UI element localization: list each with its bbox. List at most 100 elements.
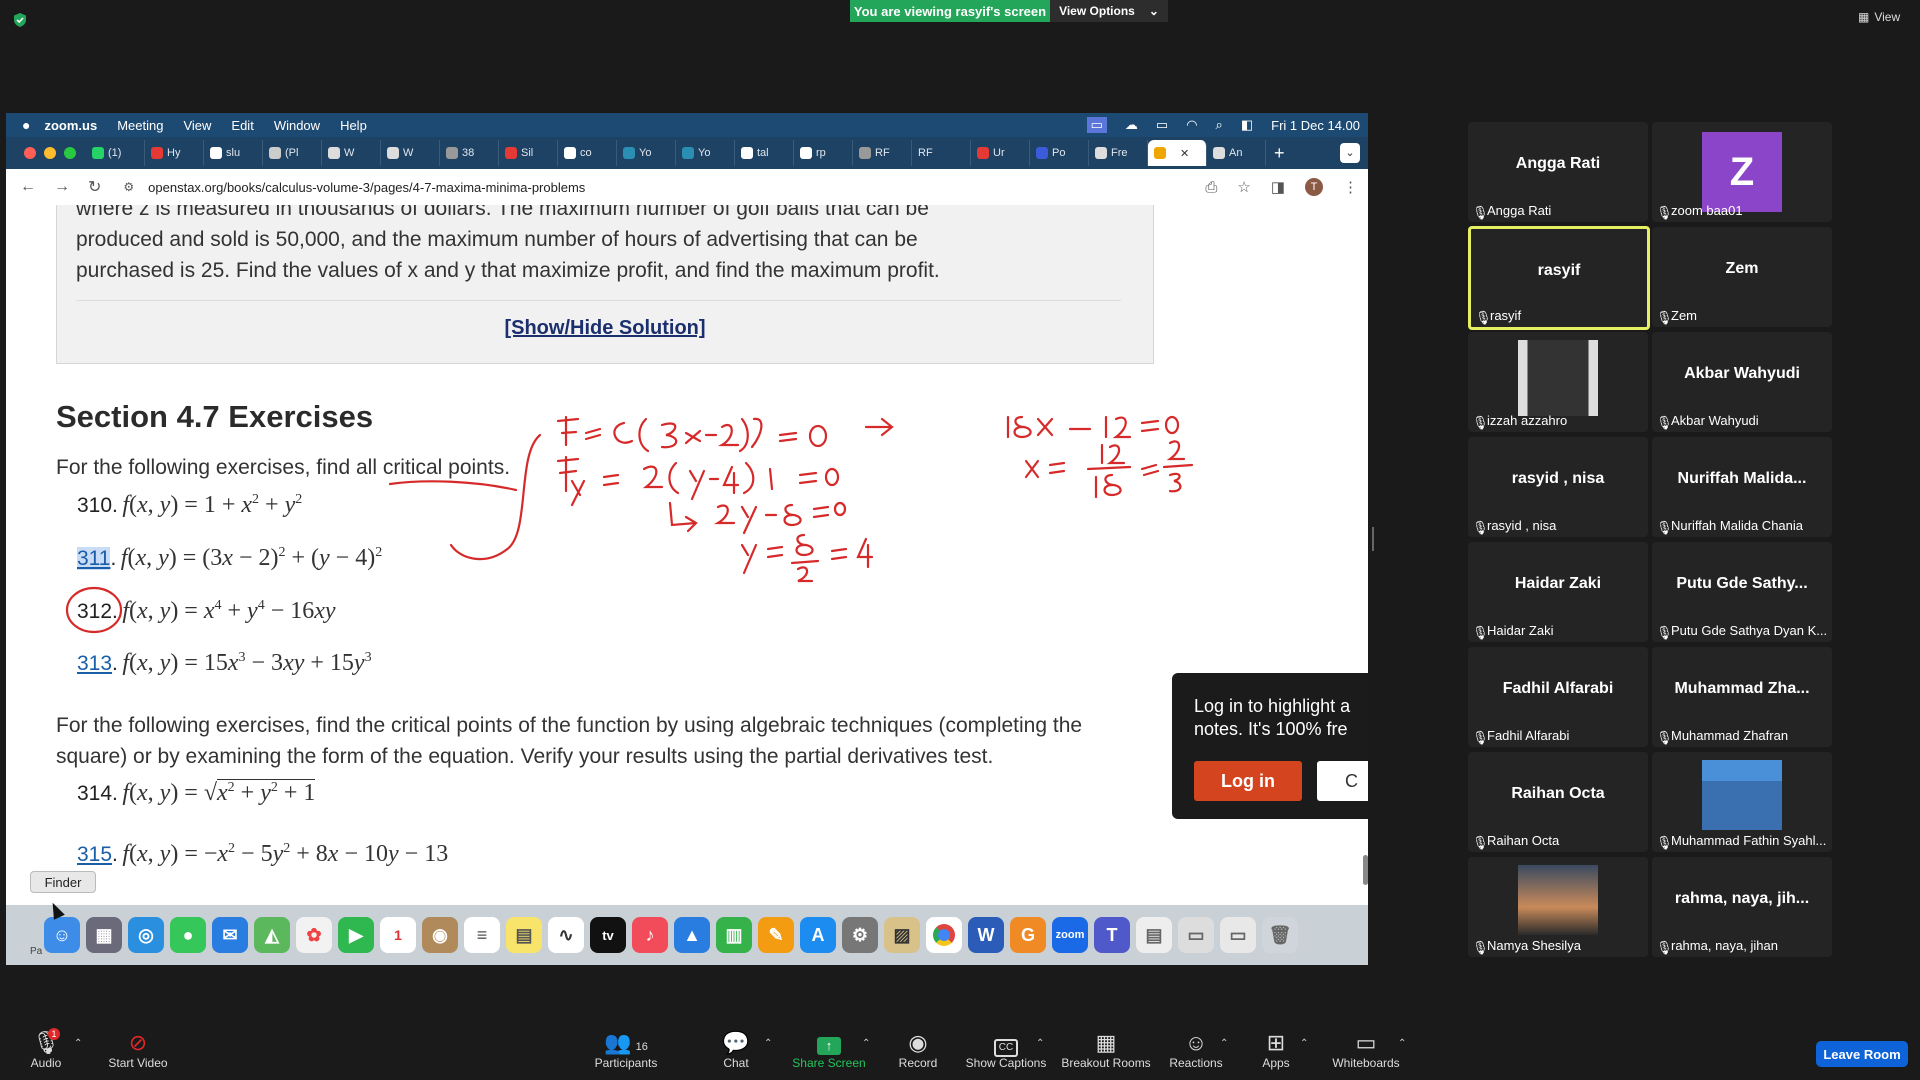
- music-icon[interactable]: ♪: [632, 917, 668, 953]
- calendar-icon[interactable]: 1: [380, 917, 416, 953]
- menu-window[interactable]: Window: [274, 118, 320, 133]
- participant-tile[interactable]: Putu Gde Sathy... 🎙 Putu Gde Sathya Dyan …: [1652, 542, 1832, 642]
- audio-options-chevron-icon[interactable]: ⌃: [74, 1038, 82, 1049]
- participant-tile[interactable]: 🎙 izzah azzahro: [1468, 332, 1648, 432]
- menu-meeting[interactable]: Meeting: [117, 118, 163, 133]
- participant-tile[interactable]: Fadhil Alfarabi 🎙 Fadhil Alfarabi: [1468, 647, 1648, 747]
- browser-tab[interactable]: W: [381, 140, 440, 166]
- reactions-options-chevron-icon[interactable]: ⌃: [1220, 1038, 1228, 1049]
- maps-icon[interactable]: ◭: [254, 917, 290, 953]
- reminders-icon[interactable]: ≡: [464, 917, 500, 953]
- start-video-button[interactable]: ⊘ Start Video: [102, 1030, 174, 1070]
- browser-tab[interactable]: Sil: [499, 140, 558, 166]
- wifi-icon[interactable]: ◠: [1186, 117, 1197, 133]
- browser-tab[interactable]: (Pl: [263, 140, 322, 166]
- browser-tab[interactable]: rp: [794, 140, 853, 166]
- install-app-icon[interactable]: ⎙: [1205, 179, 1217, 196]
- captions-options-chevron-icon[interactable]: ⌃: [1036, 1038, 1044, 1049]
- participant-tile[interactable]: 🎙 Namya Shesilya: [1468, 857, 1648, 957]
- participant-tile[interactable]: Z 🎙 zoom baa01: [1652, 122, 1832, 222]
- word-icon[interactable]: W: [968, 917, 1004, 953]
- browser-tab[interactable]: 38: [440, 140, 499, 166]
- browser-tab[interactable]: RF: [912, 140, 971, 166]
- url-field[interactable]: openstax.org/books/calculus-volume-3/pag…: [148, 180, 585, 195]
- participant-tile-active-speaker[interactable]: rasyif 🎙 rasyif: [1468, 226, 1650, 330]
- teams-icon[interactable]: T: [1094, 917, 1130, 953]
- spotlight-search-icon[interactable]: ⌕: [1216, 117, 1223, 133]
- participant-tile[interactable]: rasyid , nisa 🎙 rasyid , nisa: [1468, 437, 1648, 537]
- site-settings-icon[interactable]: ⚙: [123, 180, 134, 194]
- participant-tile[interactable]: Zem 🎙 Zem: [1652, 227, 1832, 327]
- login-button[interactable]: Log in: [1194, 761, 1302, 801]
- apple-tv-icon[interactable]: tv: [590, 917, 626, 953]
- browser-tab[interactable]: RF: [853, 140, 912, 166]
- participant-tile[interactable]: rahma, naya, jih... 🎙 rahma, naya, jihan: [1652, 857, 1832, 957]
- zoom-app-icon[interactable]: zoom: [1052, 917, 1088, 953]
- preview-icon[interactable]: ▨: [884, 917, 920, 953]
- photos-icon[interactable]: ✿: [296, 917, 332, 953]
- close-window-icon[interactable]: [24, 147, 36, 159]
- app-store-icon[interactable]: A: [800, 917, 836, 953]
- battery-icon[interactable]: ▭: [1156, 117, 1168, 133]
- tab-search-icon[interactable]: ⌄: [1340, 143, 1360, 163]
- participant-tile[interactable]: Nuriffah Malida... 🎙 Nuriffah Malida Chan…: [1652, 437, 1832, 537]
- profile-avatar[interactable]: T: [1305, 178, 1323, 196]
- participant-tile[interactable]: Angga Rati 🎙 Angga Rati: [1468, 122, 1648, 222]
- browser-tab[interactable]: W: [322, 140, 381, 166]
- apple-icon[interactable]: ●: [22, 117, 30, 133]
- numbers-icon[interactable]: ▥: [716, 917, 752, 953]
- chat-options-chevron-icon[interactable]: ⌃: [764, 1038, 772, 1049]
- participant-tile[interactable]: Raihan Octa 🎙 Raihan Octa: [1468, 752, 1648, 852]
- more-menu-icon[interactable]: ⋮: [1343, 178, 1358, 196]
- reload-icon[interactable]: ↻: [88, 177, 101, 197]
- browser-tab-active[interactable]: ✕: [1148, 140, 1207, 166]
- participant-tile[interactable]: Haidar Zaki 🎙 Haidar Zaki: [1468, 542, 1648, 642]
- facetime-icon[interactable]: ▶: [338, 917, 374, 953]
- pages-icon[interactable]: ✎: [758, 917, 794, 953]
- participant-tile[interactable]: Akbar Wahyudi 🎙 Akbar Wahyudi: [1652, 332, 1832, 432]
- screenshot-icon[interactable]: ▭: [1178, 917, 1214, 953]
- audio-button[interactable]: 🎙 1 Audio: [24, 1028, 68, 1070]
- menu-zoom-us[interactable]: zoom.us: [44, 118, 97, 133]
- whiteboards-button[interactable]: ▭ Whiteboards: [1330, 1030, 1402, 1070]
- finder-icon[interactable]: ☺: [44, 917, 80, 953]
- browser-tab[interactable]: An: [1207, 140, 1266, 166]
- menu-help[interactable]: Help: [340, 118, 367, 133]
- back-icon[interactable]: ←: [20, 178, 36, 196]
- trash-icon[interactable]: 🗑: [1262, 917, 1298, 953]
- exercise-link[interactable]: 313: [77, 652, 112, 675]
- screen-share-icon[interactable]: ▭: [1086, 117, 1107, 133]
- browser-tab[interactable]: Fre: [1089, 140, 1148, 166]
- browser-tab[interactable]: (1): [86, 140, 145, 166]
- cloud-icon[interactable]: ☁: [1125, 117, 1138, 133]
- new-tab-icon[interactable]: +: [1274, 143, 1285, 164]
- leave-room-button[interactable]: Leave Room: [1816, 1041, 1908, 1067]
- view-options-button[interactable]: View Options ⌄: [1050, 0, 1168, 22]
- security-shield-icon[interactable]: [12, 12, 28, 28]
- share-options-chevron-icon[interactable]: ⌃: [862, 1038, 870, 1049]
- mail-icon[interactable]: ✉: [212, 917, 248, 953]
- close-tab-icon[interactable]: ✕: [1180, 147, 1189, 160]
- safari-icon[interactable]: ◎: [128, 917, 164, 953]
- forward-icon[interactable]: →: [54, 178, 70, 196]
- freeform-icon[interactable]: ∿: [548, 917, 584, 953]
- record-button[interactable]: ◉ Record: [894, 1030, 942, 1070]
- menu-view[interactable]: View: [183, 118, 211, 133]
- zoom-window-icon[interactable]: [64, 147, 76, 159]
- breakout-rooms-button[interactable]: ▦ Breakout Rooms: [1058, 1030, 1154, 1070]
- folder-icon[interactable]: ▭: [1220, 917, 1256, 953]
- participant-tile[interactable]: Muhammad Zha... 🎙 Muhammad Zhafran: [1652, 647, 1832, 747]
- chat-button[interactable]: 💬 Chat: [712, 1030, 760, 1070]
- document-icon[interactable]: ▤: [1136, 917, 1172, 953]
- chrome-icon[interactable]: [926, 917, 962, 953]
- menu-edit[interactable]: Edit: [231, 118, 253, 133]
- browser-tab[interactable]: tal: [735, 140, 794, 166]
- side-panel-icon[interactable]: ◨: [1271, 178, 1285, 196]
- reactions-button[interactable]: ☺ Reactions: [1168, 1030, 1224, 1070]
- control-center-icon[interactable]: ◧: [1241, 117, 1253, 133]
- pdf-app-icon[interactable]: G: [1010, 917, 1046, 953]
- show-hide-solution-link[interactable]: [Show/Hide Solution]: [57, 317, 1153, 340]
- view-button[interactable]: ▦ View: [1858, 10, 1900, 24]
- launchpad-icon[interactable]: ▦: [86, 917, 122, 953]
- browser-tab[interactable]: Hy: [145, 140, 204, 166]
